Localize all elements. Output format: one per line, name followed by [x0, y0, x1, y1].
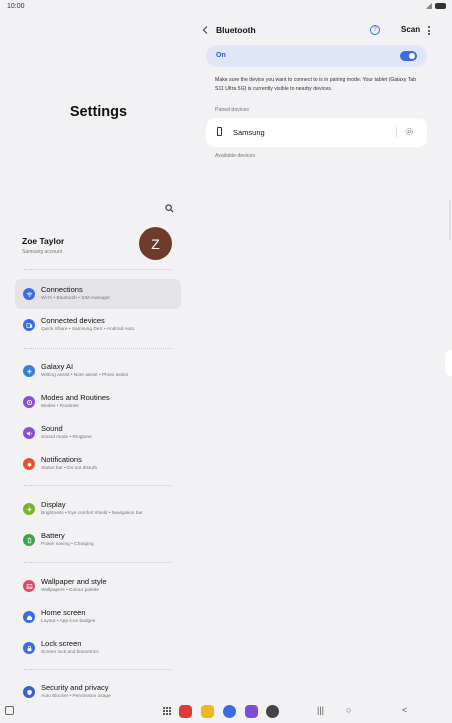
signal-icon	[426, 3, 432, 9]
item-subtitle: Screen lock and biometrics	[41, 650, 99, 655]
divider	[24, 269, 172, 270]
item-subtitle: Sound mode • Ringtone	[41, 435, 92, 440]
item-title: Home screen	[41, 608, 86, 617]
divider	[24, 562, 172, 563]
item-title: Sound	[41, 424, 63, 433]
item-subtitle: Quick Share • Samsung DeX • Android Auto	[41, 327, 135, 332]
settings-item-connected-devices[interactable]: Connected devices Quick Share • Samsung …	[15, 310, 181, 340]
wallpaper-icon	[23, 580, 35, 592]
screenshot-icon[interactable]	[5, 706, 14, 715]
available-devices-header: Available devices	[215, 153, 255, 159]
divider	[24, 669, 172, 670]
item-subtitle: Wi-Fi • Bluetooth • SIM manager	[41, 296, 110, 301]
modes-icon	[23, 396, 35, 408]
search-icon[interactable]	[165, 204, 174, 213]
divider	[396, 127, 397, 138]
toggle-label: On	[216, 52, 226, 59]
settings-panel: Settings Zoe Taylor Samsung account Z Co…	[0, 0, 197, 723]
devices-icon	[23, 319, 35, 331]
pairing-description: Make sure the device you want to connect…	[215, 77, 417, 92]
ai-icon	[23, 365, 35, 377]
device-name: Samsung	[233, 128, 265, 137]
paired-device-item[interactable]: Samsung	[206, 118, 427, 147]
battery-icon	[23, 534, 35, 546]
bell-icon	[23, 458, 35, 470]
sun-icon	[23, 503, 35, 515]
item-subtitle: Brightness • Eye comfort shield • Naviga…	[41, 511, 143, 516]
item-subtitle: Modes • Routines	[41, 404, 79, 409]
home-icon	[23, 611, 35, 623]
item-subtitle: Layout • App icon badges	[41, 619, 96, 624]
dock-app-icon[interactable]	[179, 705, 192, 718]
settings-item-wallpaper[interactable]: Wallpaper and style Wallpapers • Colour …	[15, 571, 181, 601]
settings-item-lock-screen[interactable]: Lock screen Screen lock and biometrics	[15, 633, 181, 663]
item-title: Security and privacy	[41, 683, 109, 692]
divider	[24, 485, 172, 486]
bluetooth-toggle-switch[interactable]	[400, 51, 417, 61]
item-title: Lock screen	[41, 639, 82, 648]
item-title: Notifications	[41, 455, 82, 464]
dock-app-icon[interactable]	[223, 705, 236, 718]
scrollbar[interactable]	[449, 200, 451, 240]
profile-subtitle: Samsung account	[22, 249, 63, 255]
settings-item-notifications[interactable]: Notifications Status bar • Do not distur…	[15, 449, 181, 479]
bluetooth-header: Bluetooth ? Scan	[197, 24, 437, 38]
wifi-icon	[23, 288, 35, 300]
recent-apps-button[interactable]: |||	[317, 705, 324, 715]
item-subtitle: Writing assist • Note assist • Photo ass…	[41, 373, 128, 378]
phone-icon	[217, 127, 222, 136]
sound-icon	[23, 427, 35, 439]
page-title: Settings	[69, 104, 128, 120]
item-title: Battery	[41, 531, 65, 540]
home-button[interactable]: ○	[346, 705, 351, 715]
lock-icon	[23, 642, 35, 654]
more-options-icon[interactable]	[427, 26, 430, 35]
settings-item-battery[interactable]: Battery Power saving • Charging	[15, 525, 181, 555]
item-title: Galaxy AI	[41, 362, 74, 371]
back-arrow-icon[interactable]	[202, 26, 208, 34]
shield-icon	[23, 686, 35, 698]
item-subtitle: Power saving • Charging	[41, 542, 94, 547]
dock-app-icon[interactable]	[201, 705, 214, 718]
item-subtitle: Status bar • Do not disturb	[41, 466, 98, 471]
edge-panel-handle[interactable]	[445, 350, 452, 376]
profile-name: Zoe Taylor	[22, 236, 65, 246]
help-icon[interactable]: ?	[370, 25, 380, 35]
settings-item-galaxy-ai[interactable]: Galaxy AI Writing assist • Note assist •…	[15, 356, 181, 386]
item-title: Connected devices	[41, 316, 105, 325]
item-title: Connections	[41, 285, 83, 294]
settings-item-sound[interactable]: Sound Sound mode • Ringtone	[15, 418, 181, 448]
settings-item-display[interactable]: Display Brightness • Eye comfort shield …	[15, 494, 181, 524]
settings-item-modes-routines[interactable]: Modes and Routines Modes • Routines	[15, 387, 181, 417]
item-subtitle: Wallpapers • Colour palette	[41, 588, 100, 593]
item-title: Modes and Routines	[41, 393, 110, 402]
navigation-bar: ||| ○ <	[0, 700, 452, 723]
dock-app-icon[interactable]	[245, 705, 258, 718]
item-subtitle: Auto Blocker • Permission usage	[41, 694, 111, 699]
dock-app-icon[interactable]	[266, 705, 279, 718]
divider	[24, 348, 172, 349]
paired-devices-header: Paired devices	[215, 107, 250, 113]
back-button[interactable]: <	[402, 705, 407, 715]
item-title: Display	[41, 500, 66, 509]
profile-section[interactable]: Zoe Taylor Samsung account	[22, 236, 64, 255]
status-icons	[426, 3, 446, 9]
settings-item-connections[interactable]: Connections Wi-Fi • Bluetooth • SIM mana…	[15, 279, 181, 309]
gear-icon[interactable]	[404, 126, 415, 137]
avatar[interactable]: Z	[139, 227, 172, 260]
bluetooth-title: Bluetooth	[216, 25, 256, 35]
battery-status-icon	[435, 3, 446, 9]
item-title: Wallpaper and style	[41, 577, 107, 586]
apps-grid-icon[interactable]	[163, 707, 171, 715]
scan-button[interactable]: Scan	[401, 25, 420, 34]
bluetooth-toggle-row[interactable]: On	[206, 45, 427, 67]
settings-item-home-screen[interactable]: Home screen Layout • App icon badges	[15, 602, 181, 632]
